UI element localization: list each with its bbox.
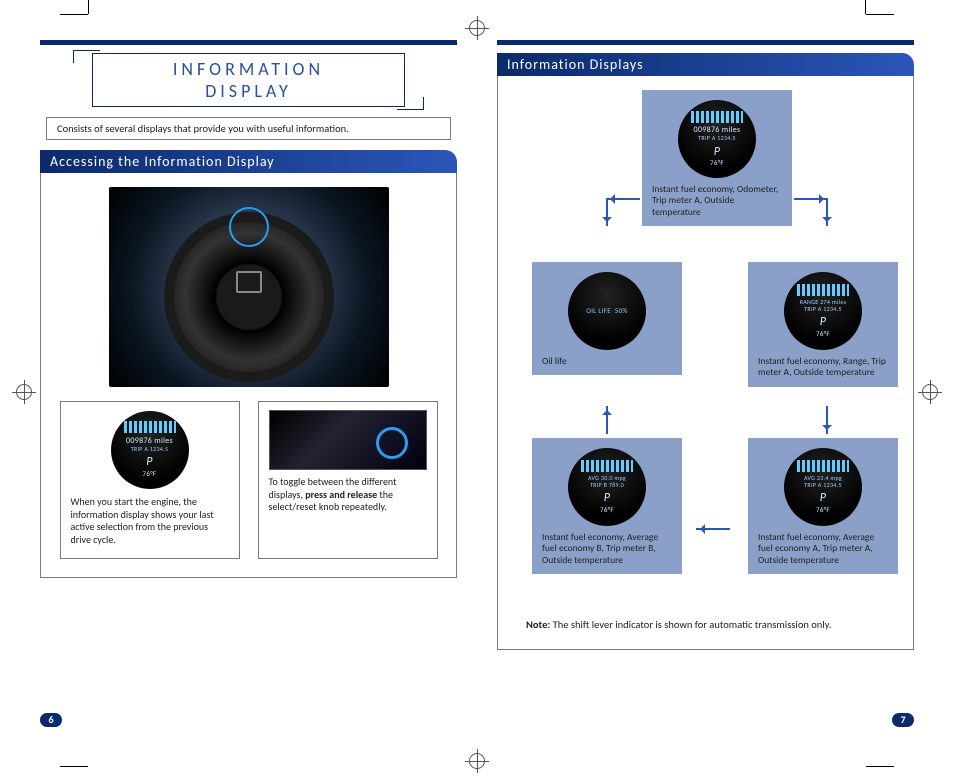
gauge-display-icon: 009876 miles TRIP A 1234.5 P 76°F xyxy=(111,411,189,489)
intro-text: Consists of several displays that provid… xyxy=(46,117,451,140)
registration-mark xyxy=(469,753,485,769)
page-number: 6 xyxy=(40,713,62,727)
cell-caption: Instant fuel economy, Odometer, Trip met… xyxy=(652,183,778,218)
callout-start-engine: 009876 miles TRIP A 1234.5 P 76°F When y… xyxy=(60,401,240,559)
display-cell-odometer: 009876 miles TRIP A 1234.5 P 76°F Instan… xyxy=(642,90,792,226)
cell-caption: Instant fuel economy, Average fuel econo… xyxy=(542,531,658,566)
cell-caption: Instant fuel economy, Average fuel econo… xyxy=(758,531,874,566)
callout-toggle: To toggle between the different displays… xyxy=(258,401,438,559)
gauge-display-icon: 009876 miles TRIP A 1234.5 P 76°F xyxy=(678,100,756,178)
display-cell-avg-a: AVG 23.4 mpg TRIP A 1234.5 P 76°F Instan… xyxy=(748,438,898,574)
gauge-display-icon: OIL LIFE 50% xyxy=(568,272,646,350)
display-cell-avg-b: AVG 30.0 mpg TRIP B 789.0 P 76°F Instant… xyxy=(532,438,682,574)
gauge-display-icon: AVG 23.4 mpg TRIP A 1234.5 P 76°F xyxy=(784,448,862,526)
highlight-circle-icon xyxy=(229,207,269,247)
gauge-display-icon: RANGE 274 miles TRIP A 1234.5 P 76°F xyxy=(784,272,862,350)
section-body-accessing: 009876 miles TRIP A 1234.5 P 76°F When y… xyxy=(40,173,457,578)
registration-mark xyxy=(469,20,485,36)
display-cell-range: RANGE 274 miles TRIP A 1234.5 P 76°F Ins… xyxy=(748,262,898,387)
arrow-up-icon xyxy=(606,406,608,434)
steering-wheel-photo xyxy=(109,187,389,387)
select-reset-knob-photo xyxy=(269,410,427,470)
display-cell-oil-life: OIL LIFE 50% Oil life xyxy=(532,262,682,375)
arrow-right-icon xyxy=(794,198,828,200)
page-number: 7 xyxy=(892,713,914,727)
cell-caption: Instant fuel economy, Range, Trip meter … xyxy=(758,355,886,378)
registration-mark xyxy=(922,384,938,400)
arrow-down-icon xyxy=(826,406,828,434)
arrow-left-icon xyxy=(606,198,640,200)
page-left: INFORMATION DISPLAY Consists of several … xyxy=(40,40,457,721)
page-title: INFORMATION DISPLAY xyxy=(92,53,405,107)
registration-mark xyxy=(16,384,32,400)
callout-text: To toggle between the different displays… xyxy=(269,475,397,513)
note-text: Note: The shift lever indicator is shown… xyxy=(512,618,899,631)
gauge-display-icon: AVG 30.0 mpg TRIP B 789.0 P 76°F xyxy=(568,448,646,526)
callout-text: When you start the engine, the informati… xyxy=(71,495,214,546)
arrow-down-icon xyxy=(606,198,608,226)
cell-caption: Oil life xyxy=(542,355,567,367)
section-heading-displays: Information Displays xyxy=(497,53,914,76)
arrow-down-icon xyxy=(826,198,828,226)
arrow-left-icon xyxy=(696,528,730,530)
section-heading-accessing: Accessing the Information Display xyxy=(40,150,457,173)
section-body-displays: 009876 miles TRIP A 1234.5 P 76°F Instan… xyxy=(497,76,914,650)
page-right: Information Displays 009876 miles TRIP A… xyxy=(497,40,914,721)
